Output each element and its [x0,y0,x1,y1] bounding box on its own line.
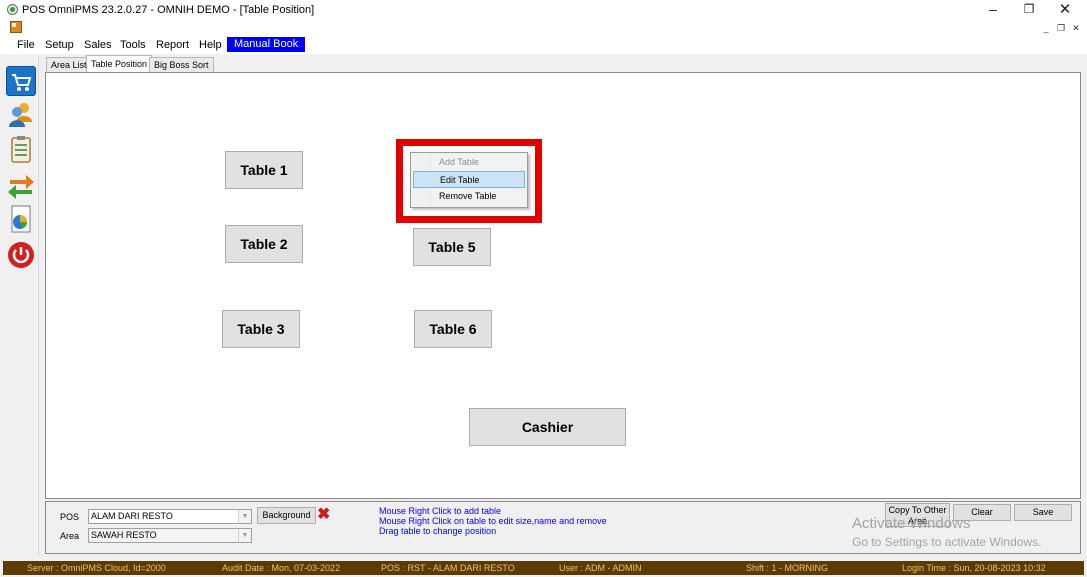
child-restore-button[interactable]: ❐ [1054,22,1068,34]
status-pos: POS : RST - ALAM DARI RESTO [381,563,515,573]
status-user: User : ADM - ADMIN [559,563,642,573]
form-icon[interactable] [10,21,22,33]
status-login-time: Login Time : Sun, 20-08-2023 10:32 [902,563,1046,573]
context-menu: Add Table Edit Table Remove Table [410,152,528,208]
title-bar: POS OmniPMS 23.2.0.27 - OMNIH DEMO - [Ta… [0,0,1087,20]
area-label: Area [60,531,80,541]
tab-table-position[interactable]: Table Position [86,55,153,73]
pos-select-value: ALAM DARI RESTO [91,511,173,521]
table-5[interactable]: Table 5 [413,228,491,266]
pos-label: POS [60,512,80,522]
child-minimize-button[interactable]: _ [1039,22,1053,34]
menu-bar: File Setup Sales Tools Report Help Manua… [0,36,1087,54]
pos-select[interactable]: ALAM DARI RESTO ▼ [88,509,252,524]
mdi-control-row: _ ❐ ✕ [0,20,1087,36]
menu-tools[interactable]: Tools [120,38,146,52]
context-add-table: Add Table [439,157,479,167]
left-toolbar [3,56,39,556]
hint-drag-table: Drag table to change position [379,526,497,536]
clipboard-icon[interactable] [6,135,36,165]
menu-sales[interactable]: Sales [84,38,112,52]
app-icon [7,4,18,15]
menu-help[interactable]: Help [199,38,222,52]
status-audit-date: Audit Date : Mon, 07-03-2022 [222,563,341,573]
transfer-icon[interactable] [6,170,36,200]
child-close-button[interactable]: ✕ [1069,22,1083,34]
minimize-button[interactable]: – [975,0,1011,20]
area-select[interactable]: SAWAH RESTO ▼ [88,528,252,543]
hint-edit-table: Mouse Right Click on table to edit size,… [379,516,607,526]
status-shift: Shift : 1 - MORNING [746,563,829,573]
status-bar: Server : OmniPMS Cloud, Id=2000 Audit Da… [3,561,1084,575]
table-2[interactable]: Table 2 [225,225,303,263]
restore-button[interactable]: ❐ [1011,0,1047,20]
menu-manual-book[interactable]: Manual Book [227,37,306,52]
window-title: POS OmniPMS 23.2.0.27 - OMNIH DEMO - [Ta… [22,4,315,16]
menu-report[interactable]: Report [156,38,189,52]
menu-file[interactable]: File [17,38,35,52]
red-x-icon[interactable]: ✖ [317,507,330,523]
chevron-down-icon[interactable]: ▼ [238,529,251,542]
power-icon[interactable] [6,240,36,270]
cart-icon[interactable] [6,66,36,96]
table-3[interactable]: Table 3 [222,310,300,348]
chevron-down-icon[interactable]: ▼ [238,510,251,523]
users-icon[interactable] [6,100,36,130]
menu-setup[interactable]: Setup [45,38,74,52]
context-remove-table[interactable]: Remove Table [413,188,525,205]
context-edit-table[interactable]: Edit Table [413,171,525,188]
tab-area-list[interactable]: Area List [46,57,92,72]
hint-add-table: Mouse Right Click to add table [379,506,502,516]
status-server: Server : OmniPMS Cloud, Id=2000 [27,563,166,573]
background-button[interactable]: Background [257,507,316,524]
tab-big-boss-sort[interactable]: Big Boss Sort [149,57,214,72]
save-button[interactable]: Save [1014,504,1072,521]
activate-windows-subtitle: Go to Settings to activate Windows. [852,535,1042,549]
cashier-table[interactable]: Cashier [469,408,626,446]
area-select-value: SAWAH RESTO [91,530,157,540]
close-button[interactable]: ✕ [1047,0,1083,20]
report-icon[interactable] [6,204,36,234]
activate-windows-title: Activate Windows [852,515,971,532]
table-1[interactable]: Table 1 [225,151,303,189]
table-6[interactable]: Table 6 [414,310,492,348]
